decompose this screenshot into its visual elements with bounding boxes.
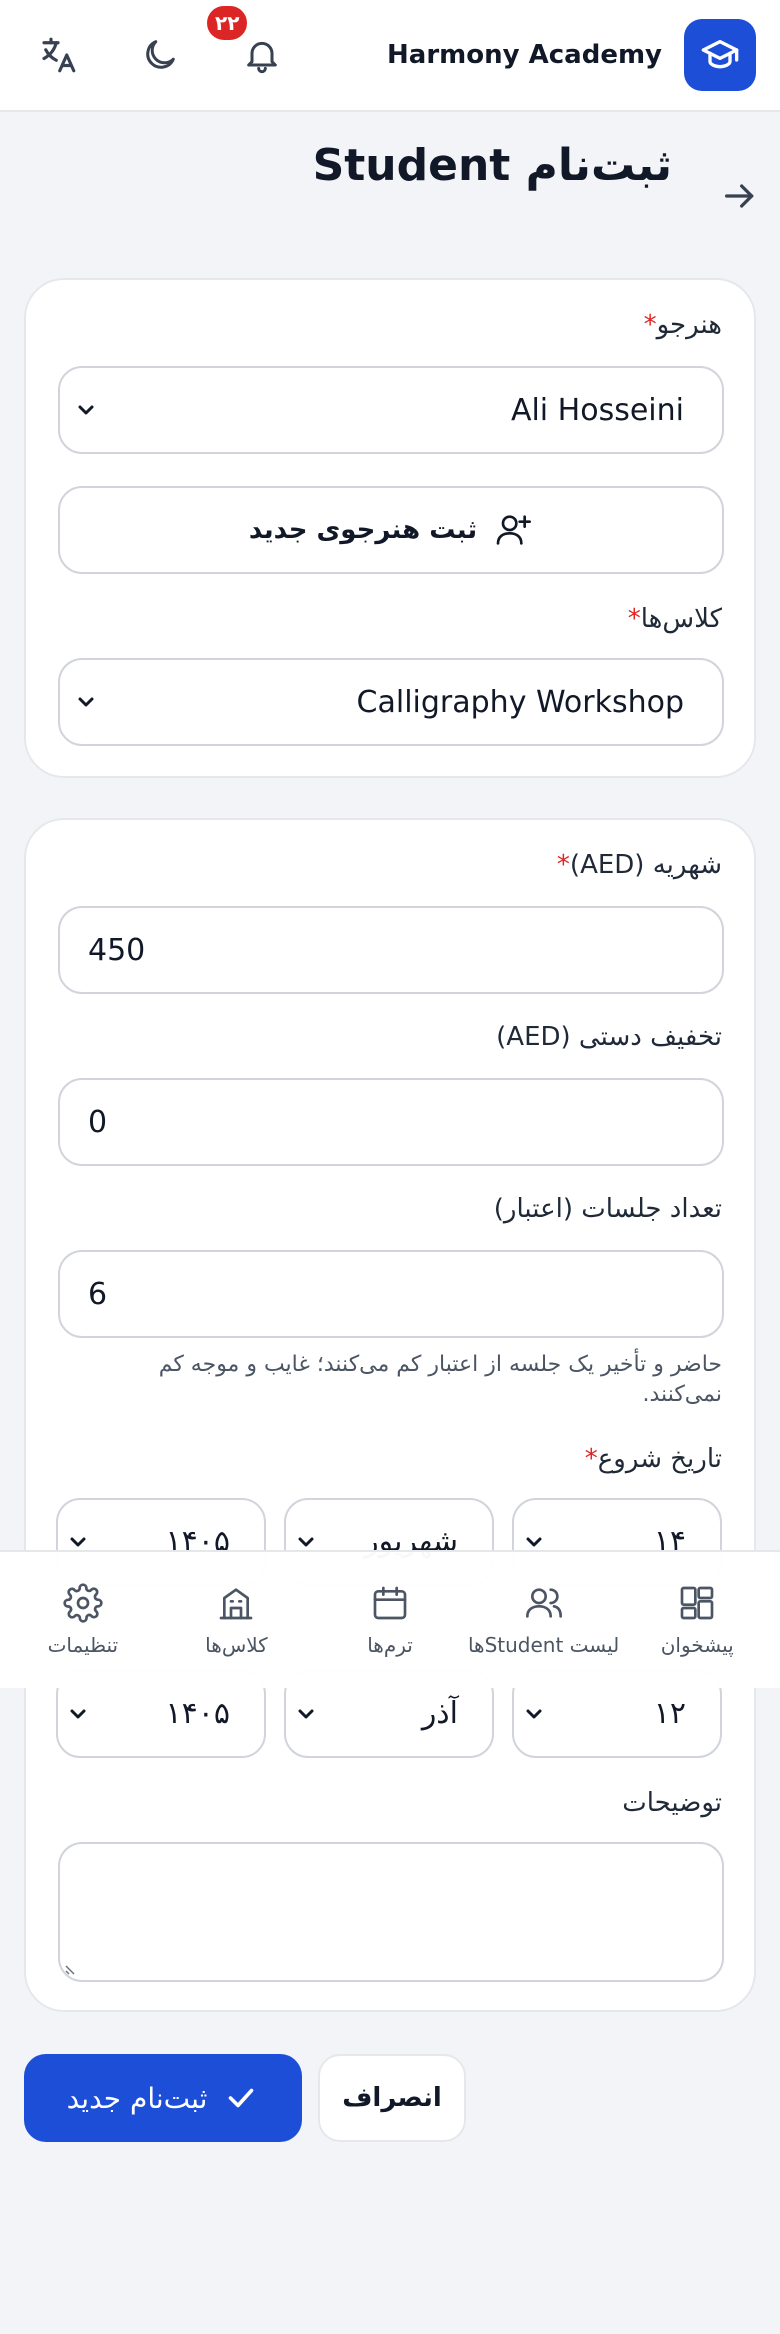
top-bar: Harmony Academy ۲۲: [0, 0, 780, 112]
tuition-value: 450: [88, 932, 146, 968]
calendar-icon: [373, 1586, 407, 1620]
end-year-value: ۱۴۰۵: [165, 1696, 230, 1731]
chevron-down-icon: [78, 697, 94, 707]
sessions-hint: حاضر و تأخیر یک جلسه از اعتبار کم می‌کنن…: [158, 1352, 722, 1407]
building-icon: [220, 1588, 253, 1620]
back-button[interactable]: [720, 176, 760, 216]
discount-value: 0: [88, 1104, 108, 1140]
notification-badge: ۲۲: [204, 3, 251, 43]
start-date-label: تاریخ شروع*: [584, 1444, 722, 1474]
page-title: ثبت‌نام Student: [312, 140, 672, 191]
user-plus-icon: [496, 515, 532, 545]
enrollment-details-card: شهریه (AED)* 450 تخفیف دستی (AED) 0 تعدا…: [24, 818, 756, 2012]
nav-item-students[interactable]: لیست Studentها: [467, 1583, 620, 1657]
top-actions: ۲۲: [36, 3, 284, 77]
gear-icon: [63, 1583, 103, 1623]
check-icon: [229, 2088, 254, 2108]
chevron-down-icon: [526, 1709, 542, 1719]
app-root: Harmony Academy ۲۲ ثبت‌: [0, 0, 780, 2334]
moon-icon: [146, 40, 175, 69]
brand-name: Harmony Academy: [387, 40, 662, 70]
classes-label: کلاس‌ها*: [627, 604, 722, 634]
discount-input[interactable]: 0: [58, 1078, 724, 1166]
classes-select[interactable]: Calligraphy Workshop: [58, 658, 724, 746]
page-header: ثبت‌نام Student: [48, 140, 754, 210]
chevron-down-icon: [70, 1709, 86, 1719]
sessions-input[interactable]: 6: [58, 1250, 724, 1338]
add-student-label: ثبت هنرجوی جدید: [248, 515, 478, 545]
nav-item-dashboard[interactable]: پیشخوان: [622, 1583, 772, 1657]
sessions-label: تعداد جلسات (اعتبار): [493, 1194, 722, 1224]
nav-item-settings[interactable]: تنظیمات: [8, 1583, 158, 1657]
dashboard-icon: [680, 1586, 714, 1620]
bottom-nav: پیشخوان لیست Studentها ترم‌ها کلاس‌ها: [0, 1550, 780, 1688]
discount-label: تخفیف دستی (AED): [496, 1022, 722, 1052]
student-label: هنرجو*: [643, 310, 722, 340]
brand[interactable]: Harmony Academy: [387, 19, 756, 91]
nav-item-classes[interactable]: کلاس‌ها: [161, 1583, 311, 1657]
nav-item-terms[interactable]: ترم‌ها: [315, 1583, 465, 1657]
cancel-label: انصراف: [342, 2083, 442, 2113]
notes-label: توضیحات: [622, 1788, 722, 1818]
graduation-cap-icon: [684, 19, 756, 91]
submit-enrollment-button[interactable]: ثبت‌نام جدید: [24, 2054, 302, 2142]
users-icon: [525, 1588, 562, 1618]
nav-label: لیست Studentها: [467, 1633, 620, 1657]
resize-handle-icon[interactable]: [64, 1960, 80, 1976]
submit-label: ثبت‌نام جدید: [66, 2081, 208, 2115]
chevron-down-icon: [298, 1709, 314, 1719]
nav-label: ترم‌ها: [367, 1633, 413, 1657]
student-select[interactable]: Ali Hosseini: [58, 366, 724, 454]
end-day-value: ۱۲: [653, 1696, 686, 1731]
translate-icon: [42, 37, 76, 73]
notes-textarea[interactable]: [58, 1842, 724, 1982]
bell-icon: [247, 41, 277, 74]
nav-label: تنظیمات: [47, 1633, 119, 1657]
student-select-value: Ali Hosseini: [510, 392, 684, 428]
chevron-down-icon: [78, 405, 94, 415]
student-class-card: هنرجو* Ali Hosseini ثبت هنرجوی جدید کلاس…: [24, 278, 756, 778]
nav-label: پیشخوان: [660, 1633, 734, 1657]
arrow-right-icon: [725, 184, 754, 208]
tuition-input[interactable]: 450: [58, 906, 724, 994]
nav-label: کلاس‌ها: [205, 1633, 268, 1657]
sessions-value: 6: [88, 1276, 108, 1312]
classes-select-value: Calligraphy Workshop: [356, 684, 684, 720]
end-month-value: آذر: [421, 1696, 458, 1731]
cancel-button[interactable]: انصراف: [318, 2054, 466, 2142]
notifications-button[interactable]: ۲۲: [204, 3, 284, 77]
add-student-button[interactable]: ثبت هنرجوی جدید: [58, 486, 724, 574]
language-button[interactable]: [36, 33, 80, 77]
tuition-label: شهریه (AED)*: [556, 850, 722, 880]
theme-toggle-button[interactable]: [138, 33, 182, 77]
